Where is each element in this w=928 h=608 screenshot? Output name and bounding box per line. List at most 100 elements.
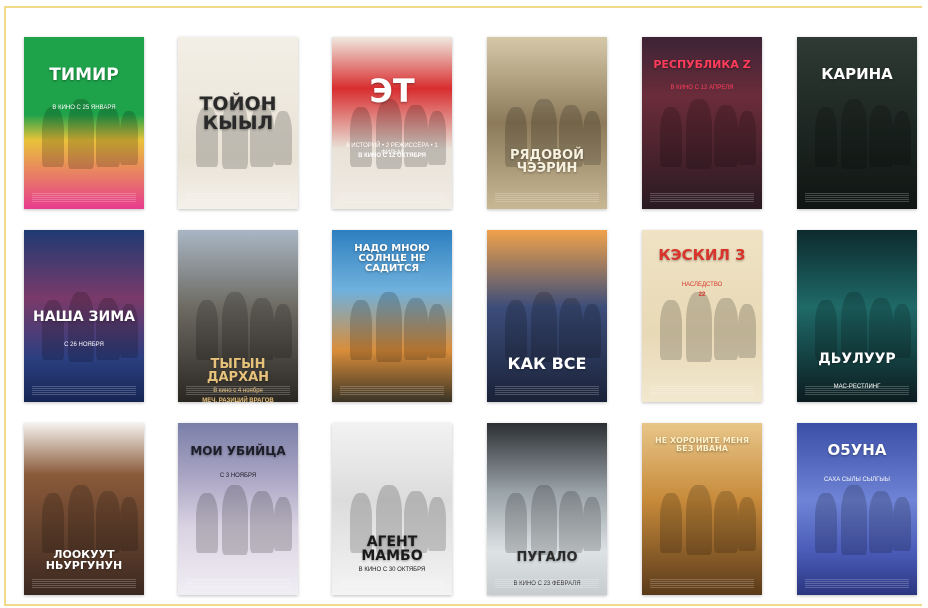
poster-title: ПУГАЛО bbox=[516, 550, 578, 565]
poster-credits-block bbox=[495, 386, 599, 396]
poster-ne-khoronite[interactable]: НЕ ХОРОНИТЕ МЕНЯ БЕЗ ИВАНА bbox=[642, 423, 762, 595]
poster-credits-block bbox=[186, 579, 290, 589]
poster-keskil-3[interactable]: КЭСКИЛ 3 НАСЛЕДСТВО 22 bbox=[642, 230, 762, 402]
poster-subtitle: НАСЛЕДСТВО bbox=[681, 282, 723, 288]
poster-credits-block bbox=[805, 579, 909, 589]
figure-silhouette bbox=[42, 107, 64, 167]
poster-artwork bbox=[487, 423, 607, 595]
figure-silhouette bbox=[841, 99, 867, 169]
poster-title: ТИМИР bbox=[49, 65, 119, 85]
poster-title: РЯДОВОЙ ЧЭЭРИН bbox=[509, 148, 584, 176]
figure-silhouette bbox=[196, 493, 218, 553]
figure-silhouette bbox=[815, 493, 837, 553]
poster-credits-block bbox=[650, 193, 754, 203]
poster-moi-ubiytsa[interactable]: МОИ УБИЙЦА С 3 НОЯБРЯ bbox=[178, 423, 298, 595]
poster-credits-block bbox=[186, 193, 290, 203]
poster-title: НЕ ХОРОНИТЕ МЕНЯ БЕЗ ИВАНА bbox=[655, 436, 749, 453]
poster-title: О5УНА bbox=[827, 441, 887, 459]
poster-credits-block bbox=[340, 579, 444, 589]
figure-silhouette bbox=[250, 298, 274, 360]
figure-silhouette bbox=[738, 304, 756, 358]
poster-title: КЭСКИЛ 3 bbox=[658, 246, 746, 264]
poster-credits-block bbox=[805, 193, 909, 203]
figure-silhouette bbox=[686, 292, 712, 362]
figure-silhouette bbox=[738, 497, 756, 551]
poster-credits-block bbox=[340, 386, 444, 396]
poster-artwork bbox=[332, 37, 452, 209]
poster-title: НАДО МНОЮ СОЛНЦЕ НЕ САДИТСЯ bbox=[354, 243, 430, 274]
poster-title: ЛООКУУТ НЬУРГУНУН bbox=[45, 548, 123, 572]
poster-artwork bbox=[487, 230, 607, 402]
poster-tygyn-darkhan[interactable]: ТЫГЫН ДАРХАНВ кино с 4 ноябряМЕЧ, РАЗИЦИ… bbox=[178, 230, 298, 402]
figure-silhouette bbox=[120, 111, 138, 165]
poster-subtitle: С 3 НОЯБРЯ bbox=[219, 473, 257, 479]
figure-silhouette bbox=[815, 107, 837, 167]
poster-subtitle: В КИНО С 25 ЯНВАРЯ bbox=[52, 105, 116, 111]
figure-silhouette bbox=[96, 105, 120, 167]
figure-silhouette bbox=[531, 485, 557, 555]
poster-title: ТЫГЫН ДАРХАН bbox=[206, 357, 270, 385]
figure-silhouette bbox=[686, 99, 712, 169]
poster-ogyna[interactable]: О5УНА САХА СЫЛЫ СЫЛГЫЫ bbox=[797, 423, 917, 595]
figure-silhouette bbox=[738, 111, 756, 165]
figure-silhouette bbox=[428, 304, 446, 358]
poster-tagline: В КИНО С 12 ОКТЯБРЯ bbox=[358, 153, 426, 159]
figure-silhouette bbox=[350, 300, 372, 360]
poster-pugalo[interactable]: ПУГАЛОВ КИНО С 23 ФЕВРАЛЯ bbox=[487, 423, 607, 595]
poster-credits-block bbox=[32, 579, 136, 589]
poster-title: АГЕНТ МАМБО bbox=[361, 534, 423, 564]
poster-title: КАК ВСЕ bbox=[507, 354, 587, 373]
poster-ryadovoy-cheerin[interactable]: РЯДОВОЙ ЧЭЭРИН bbox=[487, 37, 607, 209]
poster-respublika-z[interactable]: РЕСПУБЛИКА Z В КИНО С 12 АПРЕЛЯ bbox=[642, 37, 762, 209]
figure-silhouette bbox=[660, 493, 682, 553]
figure-silhouette bbox=[583, 304, 601, 358]
figure-silhouette bbox=[660, 300, 682, 360]
figure-silhouette bbox=[274, 497, 292, 551]
poster-subtitle: В КИНО С 12 АПРЕЛЯ bbox=[670, 85, 734, 91]
figure-silhouette bbox=[505, 300, 527, 360]
figure-silhouette bbox=[531, 292, 557, 362]
figure-silhouette bbox=[376, 292, 402, 362]
figure-silhouette bbox=[68, 485, 94, 555]
poster-credits-block bbox=[650, 579, 754, 589]
poster-dyuluur[interactable]: ДЬУЛУУРМАС-РЕСТЛИНГ bbox=[797, 230, 917, 402]
poster-artwork bbox=[797, 37, 917, 209]
figure-silhouette bbox=[559, 298, 583, 360]
poster-credits-block bbox=[186, 386, 290, 396]
poster-karina[interactable]: КАРИНА bbox=[797, 37, 917, 209]
figure-silhouette bbox=[869, 105, 893, 167]
figure-silhouette bbox=[42, 493, 64, 553]
poster-toyon-kyyl[interactable]: ТОЙОН КЫЫЛ bbox=[178, 37, 298, 209]
figure-silhouette bbox=[505, 493, 527, 553]
poster-credits-block bbox=[32, 386, 136, 396]
poster-tagline: МЕЧ, РАЗИЦИЙ ВРАГОВ bbox=[202, 398, 274, 402]
figure-silhouette bbox=[583, 497, 601, 551]
poster-timir[interactable]: ТИМИР В КИНО С 25 ЯНВАРЯ bbox=[24, 37, 144, 209]
figure-silhouette bbox=[68, 292, 94, 362]
poster-agent-mambo[interactable]: АГЕНТ МАМБО В КИНО С 30 ОКТЯБРЯ bbox=[332, 423, 452, 595]
figure-silhouette bbox=[893, 111, 911, 165]
figure-silhouette bbox=[714, 298, 738, 360]
figure-silhouette bbox=[404, 298, 428, 360]
poster-nasha-zima[interactable]: НАША ЗИМА С 26 НОЯБРЯ bbox=[24, 230, 144, 402]
figure-silhouette bbox=[222, 485, 248, 555]
figure-silhouette bbox=[893, 497, 911, 551]
poster-nado-mnoyu-solntse[interactable]: НАДО МНОЮ СОЛНЦЕ НЕ САДИТСЯ bbox=[332, 230, 452, 402]
poster-credits-block bbox=[340, 193, 444, 203]
poster-subtitle: САХА СЫЛЫ СЫЛГЫЫ bbox=[824, 477, 890, 483]
figure-silhouette bbox=[559, 491, 583, 553]
poster-et[interactable]: ЭТ 8 ИСТОРИЙ • 2 РЕЖИССЁРА • 1 ФИЛЬМ В КИН… bbox=[332, 37, 452, 209]
poster-title: МОИ УБИЙЦА bbox=[190, 444, 286, 458]
poster-tagline: 22 bbox=[698, 292, 706, 298]
poster-title: НАША ЗИМА bbox=[33, 309, 135, 325]
figure-silhouette bbox=[250, 491, 274, 553]
poster-credits-block bbox=[32, 193, 136, 203]
figure-silhouette bbox=[96, 298, 120, 360]
poster-lookuut[interactable]: ЛООКУУТ НЬУРГУНУН bbox=[24, 423, 144, 595]
figure-silhouette bbox=[196, 300, 218, 360]
poster-artwork bbox=[487, 37, 607, 209]
figure-silhouette bbox=[893, 304, 911, 358]
poster-kak-vse[interactable]: КАК ВСЕ bbox=[487, 230, 607, 402]
figure-silhouette bbox=[222, 292, 248, 362]
poster-credits-block bbox=[495, 579, 599, 589]
